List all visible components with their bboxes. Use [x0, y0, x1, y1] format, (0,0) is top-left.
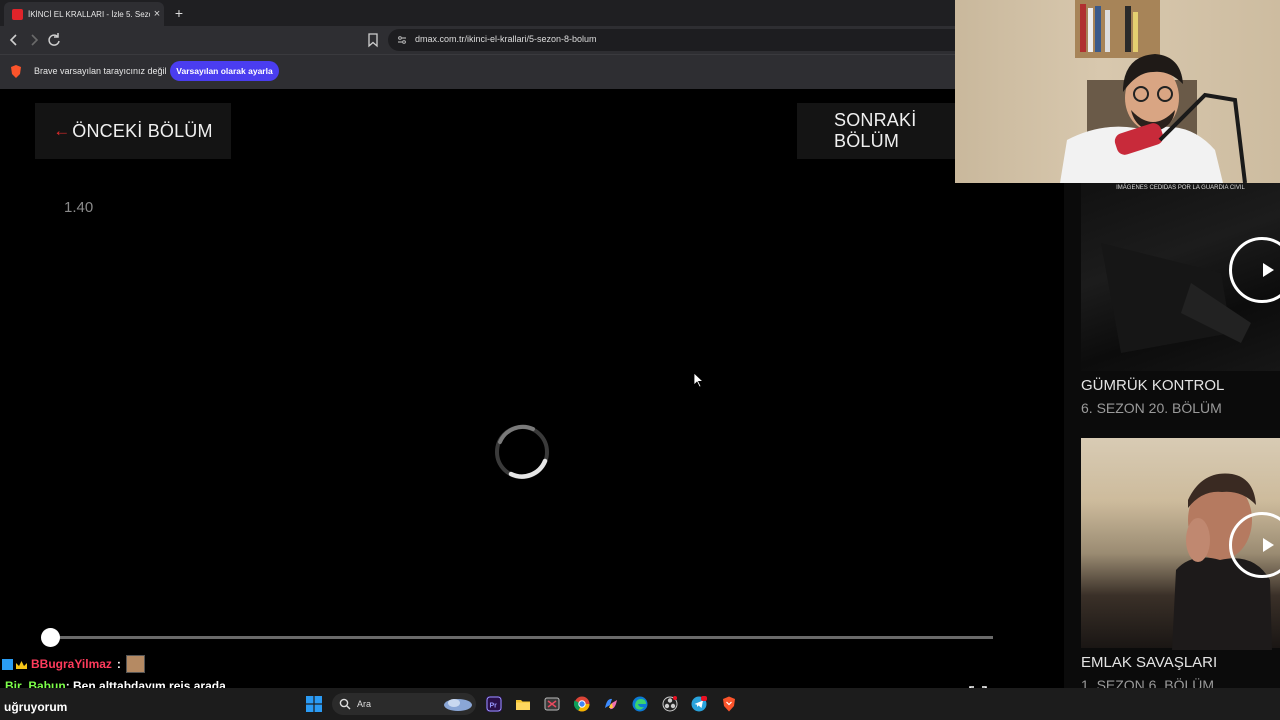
premiere-pro-icon[interactable]: Pr: [486, 696, 502, 712]
snipping-tool-icon[interactable]: [544, 696, 560, 712]
mouse-cursor-icon: [693, 372, 705, 388]
video-progress-handle[interactable]: [41, 628, 60, 647]
next-episode-button[interactable]: SONRAKİ BÖLÜM: [797, 103, 957, 159]
brave-lion-icon: [10, 65, 22, 78]
moderator-badge-icon: [2, 658, 13, 670]
bookmark-icon[interactable]: [366, 32, 380, 48]
chat-emote-icon: [125, 655, 145, 673]
previous-episode-label: ÖNCEKİ BÖLÜM: [72, 120, 213, 141]
search-highlight-icon: [442, 696, 474, 712]
chrome-icon[interactable]: [573, 696, 590, 712]
episode-label: 1. SEZON 6. BÖLÜM: [1081, 677, 1215, 688]
video-progress-track[interactable]: [50, 636, 993, 639]
episode-label: 6. SEZON 20. BÖLÜM: [1081, 400, 1222, 416]
show-title[interactable]: GÜMRÜK KONTROL: [1081, 377, 1224, 394]
telegram-icon[interactable]: [691, 696, 707, 712]
set-default-browser-button[interactable]: Varsayılan olarak ayarla: [170, 61, 279, 81]
previous-episode-button[interactable]: ← ÖNCEKİ BÖLÜM: [35, 103, 231, 159]
play-triangle-icon: [1263, 538, 1274, 552]
infobar-message: Brave varsayılan tarayıcınız değil: [34, 66, 167, 76]
obs-icon[interactable]: [662, 696, 678, 712]
play-triangle-icon: [1263, 263, 1274, 277]
new-tab-button[interactable]: +: [172, 4, 186, 22]
streamer-webcam: [955, 0, 1280, 183]
next-episode-label: SONRAKİ BÖLÜM: [834, 110, 917, 151]
file-explorer-icon[interactable]: [515, 696, 531, 712]
tab-title: İKİNCİ EL KRALLARI - İzle 5. Sezon: [28, 9, 150, 19]
chat-text: :: [116, 657, 121, 671]
thumbnail-caption: IMÁGENES CEDIDAS POR LA GUARDIA CIVIL: [1116, 185, 1245, 191]
search-placeholder[interactable]: Ara: [357, 699, 371, 709]
reload-icon[interactable]: [45, 31, 63, 49]
search-icon: [339, 697, 351, 710]
crown-icon: [15, 659, 28, 669]
left-arrow-icon: ←: [53, 121, 71, 140]
dmax-favicon-icon: [12, 8, 23, 20]
url-text[interactable]: dmax.com.tr/ikinci-el-krallari/5-sezon-8…: [415, 34, 597, 44]
site-settings-icon[interactable]: [396, 34, 408, 49]
back-arrow-icon[interactable]: [5, 31, 23, 49]
fullscreen-icon[interactable]: [968, 680, 988, 692]
close-tab-icon[interactable]: ×: [150, 8, 164, 20]
chat-message: BBugraYilmaz :: [2, 655, 145, 673]
loading-spinner-icon: [493, 423, 551, 481]
chat-text-continuation: uğruyorum: [4, 700, 68, 714]
forward-arrow-icon[interactable]: [25, 31, 43, 49]
brave-browser-icon[interactable]: [721, 696, 737, 712]
show-title[interactable]: EMLAK SAVAŞLARI: [1081, 654, 1217, 671]
edge-icon[interactable]: [632, 696, 648, 712]
browser-tab[interactable]: İKİNCİ EL KRALLARI - İzle 5. Sezon ×: [4, 2, 164, 26]
svg-text:Pr: Pr: [490, 703, 498, 710]
copilot-icon[interactable]: [603, 696, 619, 712]
video-timecode: 1.40: [64, 199, 94, 216]
chat-username: BBugraYilmaz: [31, 657, 112, 671]
windows-start-icon[interactable]: [306, 696, 322, 712]
